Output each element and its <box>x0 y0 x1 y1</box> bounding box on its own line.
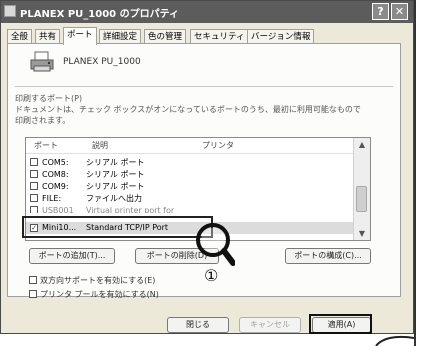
port-name: FILE: <box>42 194 62 203</box>
bidirectional-label: 双方向サポートを有効にする(E) <box>40 276 156 285</box>
column-header-description[interactable]: 説明 <box>92 138 108 153</box>
port-checkbox[interactable] <box>30 170 38 178</box>
checkbox-box[interactable] <box>29 290 37 298</box>
port-row-com5[interactable]: COM5: シリアル ポート <box>26 157 356 168</box>
port-desc: シリアル ポート <box>86 170 145 179</box>
help-button[interactable]: ? <box>372 3 389 20</box>
right-edge-panel <box>414 0 429 346</box>
corner-decoration <box>375 335 415 346</box>
column-header-printer[interactable]: プリンタ <box>202 138 234 153</box>
port-list-scrollbar[interactable]: ▲ ▼ <box>353 138 370 240</box>
port-desc: Virtual printer port for <box>86 206 175 213</box>
port-description: 印刷するポート(P) ドキュメントは、チェック ボックスがオンになっているポート… <box>15 93 395 126</box>
title-bar[interactable]: PLANEX PU_1000 のプロパティ ? ✕ <box>1 1 413 23</box>
description-line: 印刷されます。 <box>15 116 71 125</box>
callout-number: ① <box>204 266 219 285</box>
printer-pool-checkbox[interactable]: プリンタ プールを有効にする(N) <box>29 290 159 300</box>
divider <box>414 0 416 346</box>
port-row-usb001[interactable]: USB001 Virtual printer port for <box>26 205 356 213</box>
tab-ports[interactable]: ポート <box>63 27 97 45</box>
scroll-up-icon[interactable]: ▲ <box>354 138 370 151</box>
close-dialog-button[interactable]: 閉じる <box>167 317 229 333</box>
window-title: PLANEX PU_1000 のプロパティ <box>20 9 179 20</box>
header-divider <box>26 153 354 154</box>
add-port-button[interactable]: ポートの追加(T)... <box>29 248 115 264</box>
port-name: COM9: <box>42 182 69 191</box>
divider <box>15 86 393 87</box>
tab-security[interactable]: セキュリティ <box>190 29 249 44</box>
port-row-file[interactable]: FILE: ファイルへ出力 <box>26 193 356 204</box>
selected-port-highlight <box>22 216 213 238</box>
checkbox-box[interactable] <box>29 276 37 284</box>
bidirectional-checkbox[interactable]: 双方向サポートを有効にする(E) <box>29 276 155 286</box>
close-button[interactable]: ✕ <box>391 3 408 20</box>
port-desc: ファイルへ出力 <box>86 194 142 203</box>
tab-advanced[interactable]: 詳細設定 <box>99 29 142 44</box>
tab-version-info[interactable]: バージョン情報 <box>247 29 315 44</box>
port-row-com8[interactable]: COM8: シリアル ポート <box>26 169 356 180</box>
apply-button-highlight <box>309 314 372 334</box>
port-checkbox[interactable] <box>30 206 38 213</box>
scroll-thumb[interactable] <box>356 186 367 212</box>
port-checkbox[interactable] <box>30 158 38 166</box>
configure-port-button[interactable]: ポートの構成(C)... <box>285 248 371 264</box>
port-name: COM5: <box>42 158 69 167</box>
port-desc: シリアル ポート <box>86 158 145 167</box>
printer-name: PLANEX PU_1000 <box>63 57 141 67</box>
tab-general[interactable]: 全般 <box>7 29 33 44</box>
scroll-down-icon[interactable]: ▼ <box>354 227 370 240</box>
tab-sharing[interactable]: 共有 <box>35 29 61 44</box>
printer-icon <box>30 51 54 72</box>
description-line: ドキュメントは、チェック ボックスがオンになっているポートのうち、最初に利用可能… <box>15 105 361 114</box>
port-name: COM8: <box>42 170 69 179</box>
port-row-com9[interactable]: COM9: シリアル ポート <box>26 181 356 192</box>
port-checkbox[interactable] <box>30 194 38 202</box>
printer-pool-label: プリンタ プールを有効にする(N) <box>40 290 159 299</box>
port-checkbox[interactable] <box>30 182 38 190</box>
column-header-port[interactable]: ポート <box>34 138 58 153</box>
printer-icon <box>4 5 16 17</box>
port-name: USB001 <box>42 206 74 213</box>
cancel-button[interactable]: キャンセル <box>239 317 301 333</box>
port-desc: シリアル ポート <box>86 182 145 191</box>
print-port-label: 印刷するポート(P) <box>15 94 83 103</box>
tab-color-management[interactable]: 色の管理 <box>144 29 187 44</box>
